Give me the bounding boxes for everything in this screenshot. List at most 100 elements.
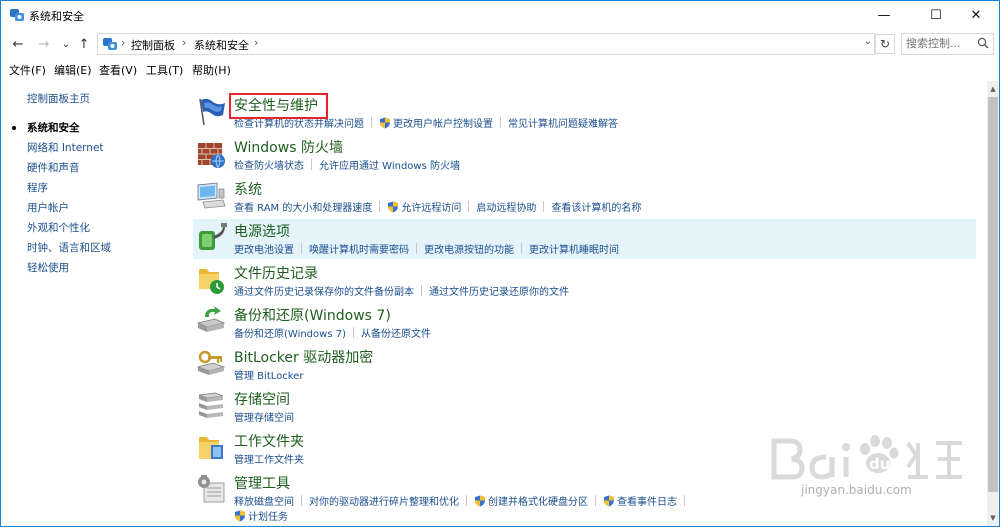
search-input[interactable]	[906, 36, 976, 51]
file-history-icon	[199, 269, 224, 294]
search-box[interactable]	[901, 33, 994, 55]
refresh-button[interactable]: ↻	[875, 34, 895, 54]
firewall-status-link[interactable]: 检查防火墙状态	[234, 157, 304, 172]
link-divider	[500, 117, 501, 128]
menu-view[interactable]: 查看(V)	[99, 62, 137, 78]
computer-name-link[interactable]: 查看该计算机的名称	[551, 199, 641, 214]
category-title[interactable]: 管理工具	[234, 473, 290, 493]
menu-edit[interactable]: 编辑(E)	[54, 62, 92, 78]
work-folder-icon	[199, 437, 223, 459]
sidebar-item-network-internet[interactable]: 网络和 Internet	[27, 140, 104, 155]
close-button[interactable]: ✕	[953, 1, 999, 29]
up-button[interactable]: ↑	[75, 35, 93, 53]
chevron-down-icon: ⌄	[61, 38, 71, 50]
ram-processor-link[interactable]: 查看 RAM 的大小和处理器速度	[234, 199, 372, 214]
maximize-icon: ☐	[930, 7, 942, 23]
manage-work-folders-link[interactable]: 管理工作文件夹	[234, 451, 304, 466]
title-bar[interactable]: 系统和安全 — ☐ ✕	[1, 1, 999, 29]
remote-access-link[interactable]: 允许远程访问	[401, 199, 461, 214]
uac-settings-link[interactable]: 更改用户帐户控制设置	[393, 115, 493, 130]
arrow-left-icon: ←	[12, 36, 24, 52]
breadcrumb-separator[interactable]: ›	[121, 36, 125, 49]
back-button[interactable]: ←	[9, 35, 27, 53]
link-divider	[379, 201, 381, 212]
recent-locations-button[interactable]: ⌄	[57, 35, 75, 53]
power-button-link[interactable]: 更改电源按钮的功能	[424, 241, 514, 256]
sidebar-item-clock-region[interactable]: 时钟、语言和区域	[27, 240, 111, 255]
category-title[interactable]: 备份和还原(Windows 7)	[234, 305, 391, 325]
task-scheduler-link[interactable]: 计划任务	[248, 508, 288, 523]
allow-app-link[interactable]: 允许应用通过 Windows 防火墙	[319, 157, 460, 172]
control-panel-icon	[103, 38, 117, 50]
breadcrumb-system-security[interactable]: 系统和安全	[194, 37, 249, 53]
link-divider	[684, 495, 685, 506]
category-title[interactable]: BitLocker 驱动器加密	[234, 347, 373, 367]
link-divider	[371, 117, 372, 128]
backup-copy-link[interactable]: 通过文件历史记录保存你的文件备份副本	[234, 283, 414, 298]
defragment-link[interactable]: 对你的驱动器进行碎片整理和优化	[309, 493, 459, 508]
category-links: 管理工作文件夹	[234, 451, 304, 466]
event-log-link[interactable]: 查看事件日志	[617, 493, 677, 508]
category-title[interactable]: Windows 防火墙	[234, 137, 343, 157]
category-title[interactable]: 电源选项	[234, 221, 290, 241]
troubleshoot-link[interactable]: 常见计算机问题疑难解答	[508, 115, 618, 130]
category-title[interactable]: 存储空间	[234, 389, 290, 409]
sidebar-item-appearance[interactable]: 外观和个性化	[27, 220, 90, 235]
annotation-highlight-box	[229, 93, 328, 119]
category-links: 计划任务	[234, 508, 288, 523]
link-divider	[468, 201, 470, 212]
sidebar-item-user-accounts[interactable]: 用户帐户	[27, 200, 69, 215]
category-title[interactable]: 系统	[234, 179, 262, 199]
scroll-down-button[interactable]: ▼	[987, 512, 999, 524]
menu-file[interactable]: 文件(F)	[9, 62, 46, 78]
category-title[interactable]: 工作文件夹	[234, 431, 304, 451]
category-links: 更改电池设置 唤醒计算机时需要密码 更改电源按钮的功能 更改计算机睡眠时间	[234, 241, 619, 256]
battery-settings-link[interactable]: 更改电池设置	[234, 241, 294, 256]
link-divider	[352, 327, 354, 338]
address-bar[interactable]: › 控制面板 › 系统和安全 › ⌄	[97, 33, 875, 55]
firewall-icon	[198, 143, 225, 168]
forward-button[interactable]: →	[35, 35, 53, 53]
minimize-button[interactable]: —	[861, 1, 907, 29]
arrow-up-icon: ↑	[78, 36, 90, 52]
sidebar-item-programs[interactable]: 程序	[27, 180, 48, 195]
address-row: ← → ⌄ ↑ › 控制面板 › 系统和安全 › ⌄ ↻	[1, 32, 999, 56]
breadcrumb-control-panel[interactable]: 控制面板	[131, 37, 175, 53]
wake-password-link[interactable]: 唤醒计算机时需要密码	[309, 241, 409, 256]
link-divider	[416, 243, 417, 254]
control-panel-icon	[10, 9, 24, 21]
sleep-time-link[interactable]: 更改计算机睡眠时间	[529, 241, 619, 256]
restore-from-backup-link[interactable]: 从备份还原文件	[361, 325, 431, 340]
arrow-right-icon: →	[38, 36, 50, 52]
uac-shield-icon	[604, 495, 614, 506]
partition-link[interactable]: 创建并格式化硬盘分区	[488, 493, 588, 508]
category-links: 检查防火墙状态 允许应用通过 Windows 防火墙	[234, 157, 460, 172]
restore-files-link[interactable]: 通过文件历史记录还原你的文件	[429, 283, 569, 298]
chevron-down-icon[interactable]: ⌄	[864, 36, 872, 47]
manage-storage-link[interactable]: 管理存储空间	[234, 409, 294, 424]
search-icon[interactable]	[977, 37, 989, 49]
backup-restore-link[interactable]: 备份和还原(Windows 7)	[234, 325, 346, 340]
disk-cleanup-link[interactable]: 释放磁盘空间	[234, 493, 294, 508]
sidebar-item-hardware-sound[interactable]: 硬件和声音	[27, 160, 80, 175]
sidebar-item-ease-of-access[interactable]: 轻松使用	[27, 260, 69, 275]
watermark-text: jingyan.baidu.com	[801, 483, 912, 497]
scroll-up-button[interactable]: ▲	[987, 83, 999, 95]
link-divider	[301, 243, 302, 254]
breadcrumb-separator[interactable]: ›	[254, 36, 258, 49]
menu-help[interactable]: 帮助(H)	[192, 62, 231, 78]
category-title[interactable]: 文件历史记录	[234, 263, 318, 283]
menu-tools[interactable]: 工具(T)	[146, 62, 183, 78]
link-divider	[421, 285, 422, 296]
minimize-icon: —	[877, 7, 891, 23]
sidebar-item-control-panel-home[interactable]: 控制面板主页	[27, 91, 90, 106]
link-divider	[466, 495, 467, 506]
scrollbar-thumb[interactable]	[988, 97, 998, 492]
uac-shield-icon	[235, 510, 245, 521]
breadcrumb-separator[interactable]: ›	[182, 36, 186, 49]
category-power-options: 电源选项 更改电池设置 唤醒计算机时需要密码 更改电源按钮的功能 更改计算机睡眠…	[193, 219, 976, 259]
category-bitlocker: BitLocker 驱动器加密 管理 BitLocker	[193, 345, 976, 385]
remote-assistance-link[interactable]: 启动远程协助	[476, 199, 536, 214]
manage-bitlocker-link[interactable]: 管理 BitLocker	[234, 367, 303, 382]
link-divider	[543, 201, 545, 212]
